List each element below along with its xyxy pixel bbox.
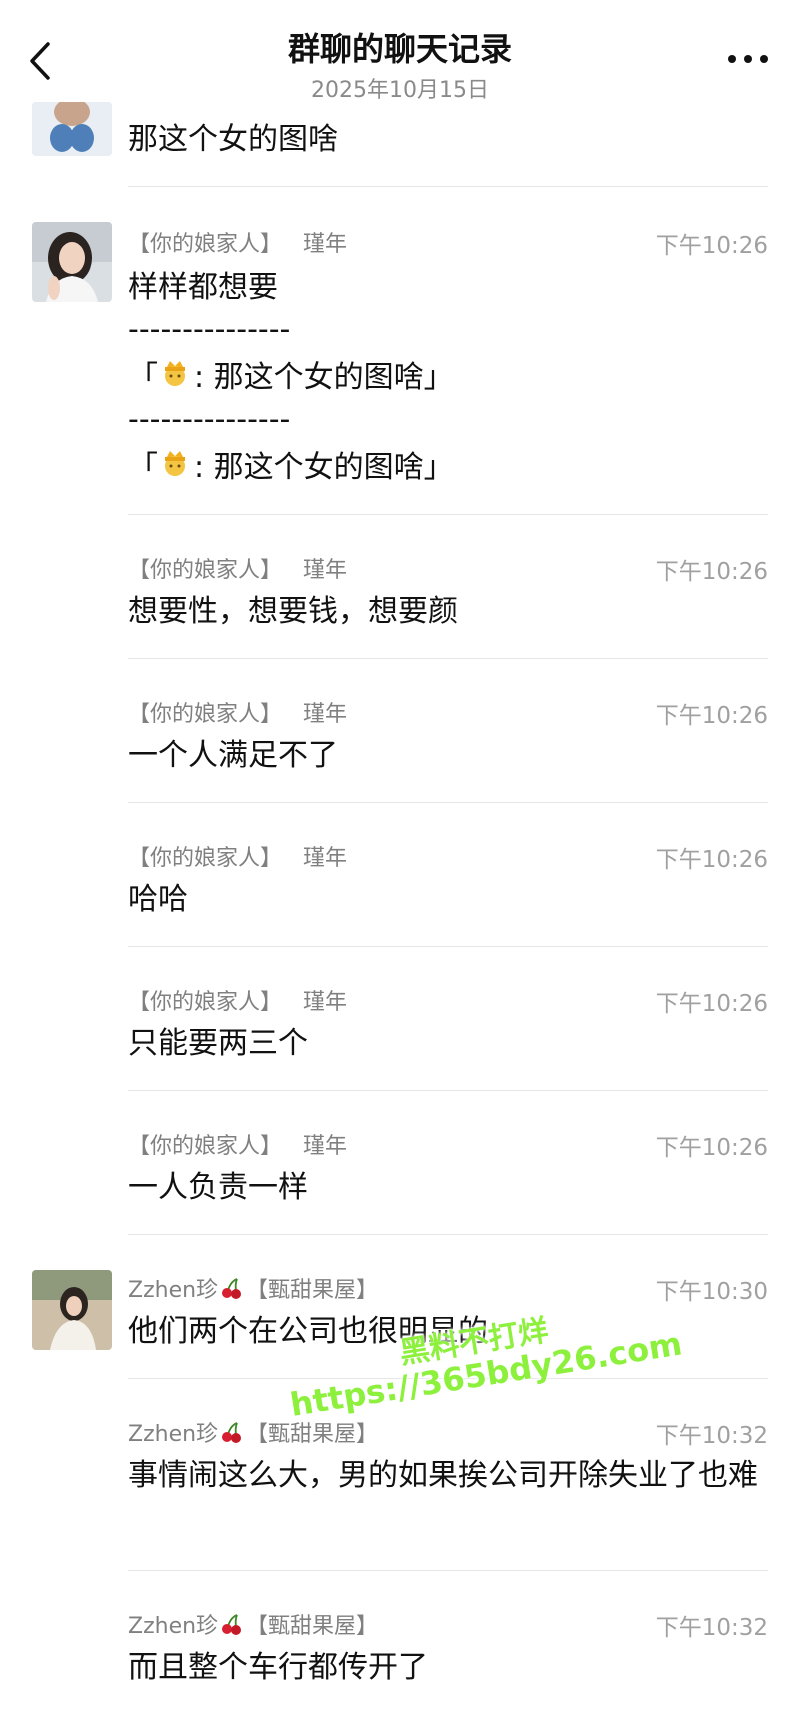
sender-name: 瑾年: [303, 232, 348, 257]
message-item: Zzhen珍 【甄甜果屋】 下午10:32 事情闹这么大，男的如果挨公司开除失业了…: [0, 1378, 800, 1571]
avatar[interactable]: [32, 1270, 112, 1350]
sender-meta: 【你的娘家人】 瑾年: [128, 840, 347, 872]
message-text: 一个人满足不了: [128, 738, 338, 773]
message-text: 而且整个车行都传开了: [128, 1650, 428, 1685]
message-time: 下午10:26: [655, 991, 768, 1017]
avatar[interactable]: [32, 222, 112, 302]
sender-group: 【甄甜果屋】: [246, 1422, 379, 1447]
message-text: 他们两个在公司也很明显的: [128, 1314, 488, 1349]
cherry-emoji-icon: [220, 1276, 244, 1306]
cherry-emoji-icon: [220, 1420, 244, 1450]
sender-name: Zzhen珍: [128, 1614, 219, 1639]
message-item: Zzhen珍 【甄甜果屋】 下午10:30 他们两个在公司也很明显的: [0, 1234, 800, 1379]
sender-group: 【你的娘家人】: [128, 558, 283, 583]
princess-emoji-icon: [160, 357, 190, 401]
sender-group: 【你的娘家人】: [128, 702, 283, 727]
message-time: 下午10:26: [655, 703, 768, 729]
cherry-emoji-icon: [220, 1612, 244, 1642]
message-time: 下午10:26: [655, 847, 768, 873]
sender-meta: Zzhen珍 【甄甜果屋】: [128, 1272, 378, 1306]
message-item: 【你的娘家人】 瑾年 下午10:26 想要性，想要钱，想要颜: [0, 514, 800, 659]
avatar[interactable]: [32, 102, 112, 156]
message-text: 样样都想要: [128, 270, 278, 305]
message-text: 哈哈: [128, 882, 188, 917]
quote-separator: ---------------: [128, 402, 291, 437]
message-time: 下午10:32: [655, 1423, 768, 1449]
message-item: Zzhen珍 【甄甜果屋】 下午10:32 而且整个车行都传开了: [0, 1570, 800, 1715]
quote-text: 那这个女的图啥: [213, 360, 424, 395]
chat-header: 群聊的聊天记录 2025年10月15日: [0, 0, 800, 104]
sender-group: 【你的娘家人】: [128, 846, 283, 871]
sender-name: 瑾年: [303, 1134, 348, 1159]
sender-meta: Zzhen珍 【甄甜果屋】: [128, 1608, 378, 1642]
message-item: 那这个女的图啥: [0, 102, 800, 187]
quote-close: 」: [423, 360, 454, 395]
sender-meta: 【你的娘家人】 瑾年: [128, 984, 347, 1016]
sender-name: 瑾年: [303, 702, 348, 727]
sender-group: 【甄甜果屋】: [246, 1614, 379, 1639]
message-time: 下午10:32: [655, 1615, 768, 1641]
sender-meta: 【你的娘家人】 瑾年: [128, 1128, 347, 1160]
chat-date: 2025年10月15日: [311, 78, 489, 103]
quoted-message: 「: 那这个女的图啥」: [128, 356, 768, 401]
message-time: 下午10:26: [655, 233, 768, 259]
message-text: 事情闹这么大，男的如果挨公司开除失业了也难: [128, 1458, 758, 1493]
message-time: 下午10:30: [655, 1279, 768, 1305]
sender-group: 【你的娘家人】: [128, 232, 283, 257]
message-time: 下午10:26: [655, 1135, 768, 1161]
message-item: 【你的娘家人】 瑾年 下午10:26 哈哈: [0, 802, 800, 947]
message-item: 【你的娘家人】 瑾年 下午10:26 一人负责一样: [0, 1090, 800, 1235]
sender-meta: Zzhen珍 【甄甜果屋】: [128, 1416, 378, 1450]
more-dots-icon[interactable]: [728, 52, 768, 66]
quote-text: 那这个女的图啥: [213, 450, 424, 485]
sender-name: 瑾年: [303, 558, 348, 583]
message-text: 想要性，想要钱，想要颜: [128, 594, 458, 629]
sender-meta: 【你的娘家人】 瑾年: [128, 226, 347, 258]
quoted-message: 「: 那这个女的图啥」: [128, 446, 768, 491]
message-time: 下午10:26: [655, 559, 768, 585]
sender-group: 【你的娘家人】: [128, 990, 283, 1015]
princess-emoji-icon: [160, 447, 190, 491]
page-title: 群聊的聊天记录: [287, 30, 512, 68]
message-item: 【你的娘家人】 瑾年 下午10:26 一个人满足不了: [0, 658, 800, 803]
sender-group: 【甄甜果屋】: [246, 1278, 379, 1303]
sender-name: 瑾年: [303, 846, 348, 871]
sender-name: 瑾年: [303, 990, 348, 1015]
message-text: 只能要两三个: [128, 1026, 308, 1061]
sender-name: Zzhen珍: [128, 1422, 219, 1447]
sender-name: Zzhen珍: [128, 1278, 219, 1303]
message-text: 一人负责一样: [128, 1170, 308, 1205]
sender-meta: 【你的娘家人】 瑾年: [128, 552, 347, 584]
message-item: 【你的娘家人】 瑾年 下午10:26 样样都想要 ---------------…: [0, 186, 800, 515]
message-item: 【你的娘家人】 瑾年 下午10:26 只能要两三个: [0, 946, 800, 1091]
sender-meta: 【你的娘家人】 瑾年: [128, 696, 347, 728]
message-text: 那这个女的图啥: [128, 122, 338, 157]
sender-group: 【你的娘家人】: [128, 1134, 283, 1159]
quote-separator: ---------------: [128, 312, 291, 347]
quote-close: 」: [423, 450, 454, 485]
quote-open: 「: [128, 360, 158, 395]
quote-open: 「: [128, 450, 158, 485]
